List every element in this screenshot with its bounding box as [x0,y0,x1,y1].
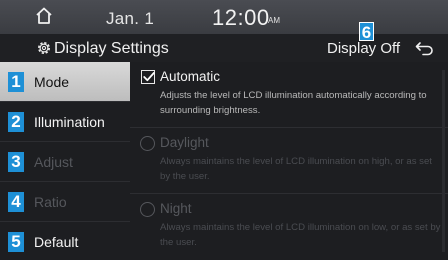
sidebar-item-label: Ratio [34,194,67,210]
callout-badge-5: 5 [8,232,24,252]
display-settings-screen: Jan. 1 12:00 AM Display Settings Display… [0,0,448,260]
option-description: Always maintains the level of LCD illumi… [160,156,432,182]
home-button[interactable] [28,2,60,32]
night-radio[interactable] [140,202,155,217]
sidebar-item-label: Illumination [34,114,105,130]
title-bar: Display Settings Display Off [0,34,448,62]
callout-badge-4: 4 [8,192,24,212]
option-title: Automatic [160,69,221,84]
page-title: Display Settings [54,40,169,57]
mode-options-panel: Automatic Adjusts the level of LCD illum… [130,62,448,260]
option-night[interactable]: Night Always maintains the level of LCD … [130,194,448,260]
sidebar-item-adjust[interactable]: 3 Adjust [0,142,130,182]
status-bar: Jan. 1 12:00 AM [0,0,448,34]
display-off-button[interactable]: Display Off [327,40,400,57]
automatic-checkbox[interactable] [141,70,155,84]
home-icon [36,7,52,24]
check-icon [143,72,155,82]
option-daylight[interactable]: Daylight Always maintains the level of L… [130,128,448,194]
daylight-radio[interactable] [140,136,155,151]
sidebar-item-label: Mode [34,74,70,90]
sidebar-item-mode[interactable]: 1 Mode [0,62,130,102]
callout-badge-3: 3 [8,152,24,172]
ampm-indicator: AM [268,16,280,25]
option-description: Always maintains the level of LCD illumi… [160,222,441,248]
gear-icon [38,42,50,54]
callout-badge-2: 2 [8,112,24,132]
sidebar-item-label: Default [34,234,79,250]
callout-badge-1: 1 [8,72,24,92]
option-title: Night [160,201,192,216]
option-automatic[interactable]: Automatic Adjusts the level of LCD illum… [130,62,448,128]
sidebar-item-illumination[interactable]: 2 Illumination [0,102,130,142]
sidebar-item-default[interactable]: 5 Default [0,222,130,260]
scrollbar[interactable] [442,70,445,252]
sidebar-item-label: Adjust [34,154,73,170]
sidebar: 1 Mode 2 Illumination 3 Adjust 4 Ratio 5… [0,62,130,260]
date-display: Jan. 1 [106,9,155,28]
option-description: Adjusts the level of LCD illumination au… [160,90,427,116]
callout-badge-6: 6 [359,22,374,42]
option-title: Daylight [160,135,209,150]
time-display: 12:00 [212,5,270,30]
sidebar-item-ratio[interactable]: 4 Ratio [0,182,130,222]
back-arrow-icon [415,42,433,56]
back-button[interactable] [406,38,438,58]
